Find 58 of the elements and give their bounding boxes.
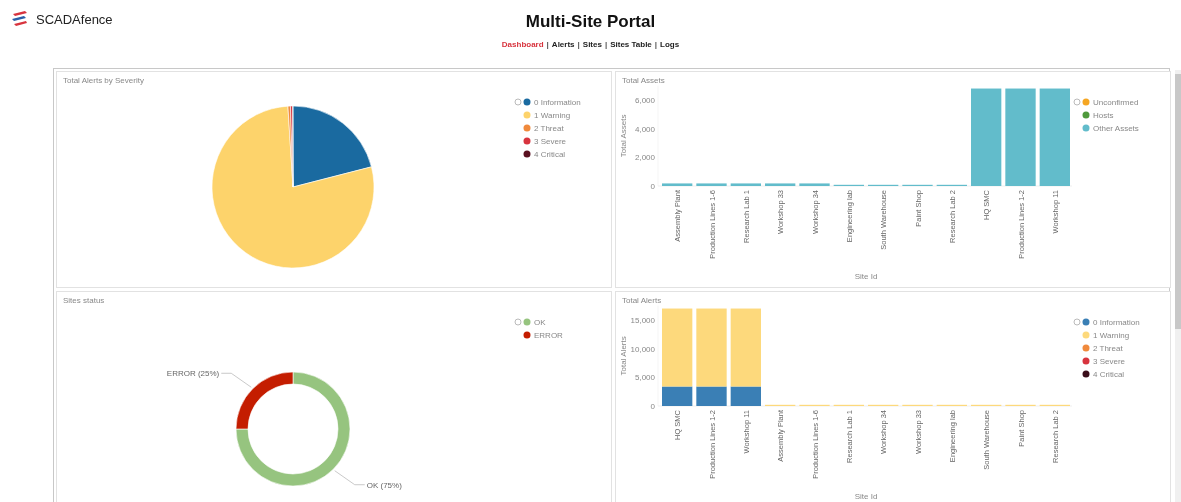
nav-link[interactable]: Logs [660, 40, 680, 49]
tick-label: 15,000 [630, 316, 655, 325]
nav-separator: | [546, 40, 549, 49]
tick-label: 10,000 [630, 344, 655, 354]
slice-label: OK (75%) [366, 480, 402, 490]
axis-title: Site Id [854, 272, 878, 281]
bar [696, 183, 727, 186]
nav-link[interactable]: Dashboard [501, 40, 544, 49]
legend-label[interactable]: OK [534, 318, 546, 327]
toggle-icon[interactable] [514, 98, 522, 106]
logo-text: SCADAfence [36, 11, 113, 27]
nav-link[interactable]: Sites [582, 40, 602, 49]
toggle-icon[interactable] [1073, 98, 1081, 106]
legend-label[interactable]: 1 Warning [1093, 331, 1130, 340]
axis-title: Total Alerts [619, 336, 628, 376]
legend-label[interactable]: 4 Critical [1093, 370, 1125, 379]
axis-title: Site Id [854, 492, 878, 501]
legend-label[interactable]: Unconfirmed [1093, 98, 1139, 107]
nav-separator: | [654, 40, 658, 49]
panel-title: Total Alerts by Severity [63, 76, 144, 85]
bar [799, 183, 830, 186]
toggle-icon[interactable] [1073, 318, 1081, 326]
tick-label: 5,000 [634, 373, 655, 383]
bar [662, 183, 693, 186]
nav-separator: | [604, 40, 608, 49]
legend-label[interactable]: 3 Severe [1093, 357, 1126, 366]
legend-label[interactable]: 4 Critical [534, 150, 566, 159]
nav-link[interactable]: Alerts [551, 40, 575, 49]
leader-line [220, 372, 252, 388]
bar [730, 183, 761, 186]
nav-separator: | [577, 40, 580, 49]
logo-icon [10, 9, 30, 29]
page-title: Multi-Site Portal [525, 12, 656, 32]
tick-label: 0 [650, 402, 655, 411]
tick-label: 4,000 [634, 124, 655, 134]
legend-label[interactable]: 1 Warning [534, 111, 571, 120]
scrollbar[interactable] [1175, 70, 1181, 502]
tick-label: 6,000 [634, 96, 655, 105]
legend-label[interactable]: 2 Threat [534, 124, 564, 133]
legend-label[interactable]: Other Assets [1093, 124, 1139, 133]
panel-title: Sites status [63, 296, 105, 305]
toggle-icon[interactable] [514, 318, 522, 326]
legend-label[interactable]: 0 Information [1093, 318, 1140, 327]
scrollbar-thumb[interactable] [1175, 74, 1181, 329]
legend-label[interactable]: Hosts [1093, 111, 1114, 120]
tick-label: 0 [650, 182, 655, 191]
legend-label[interactable]: 0 Information [534, 98, 581, 107]
legend-label[interactable]: 2 Threat [1093, 344, 1123, 353]
legend-label[interactable]: 3 Severe [534, 137, 567, 146]
nav-link[interactable]: Sites Table [610, 40, 652, 49]
panel-title: Total Alerts [622, 296, 662, 305]
panel-title: Total Assets [622, 76, 665, 85]
slice-label: ERROR (25%) [166, 369, 220, 379]
tick-label: 2,000 [634, 153, 655, 163]
leader-line [334, 470, 366, 486]
bar [765, 183, 796, 186]
axis-title: Total Assets [619, 114, 628, 158]
legend-label[interactable]: ERROR [534, 331, 563, 340]
